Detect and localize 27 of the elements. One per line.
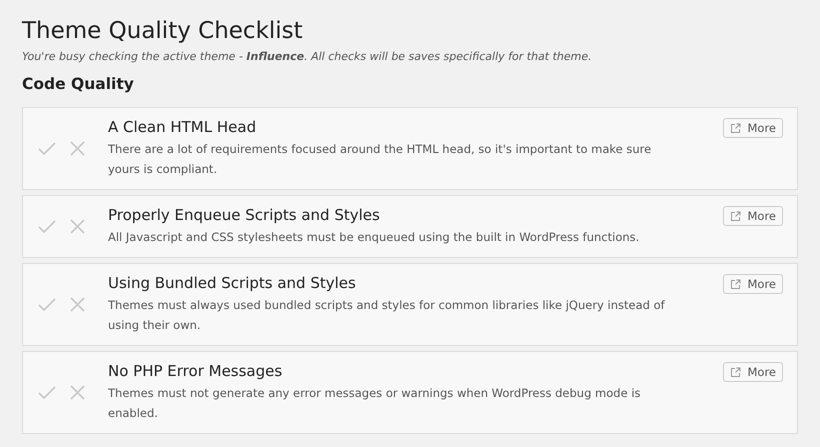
- page-title: Theme Quality Checklist: [22, 18, 304, 44]
- section-heading: Code Quality: [22, 75, 135, 93]
- item-description: All Javascript and CSS stylesheets must be enqueued using the built in WordPress functions.: [108, 229, 640, 246]
- item-description: There are a lot of requirements focused around the HTML head, so it's important to make sure yours is compliant.: [108, 141, 652, 178]
- check-icon[interactable]: [38, 220, 56, 234]
- item-description: Themes must not generate any error messages or warnings when WordPress debug mode is enabled.: [108, 385, 642, 422]
- item-title: No PHP Error Messages: [108, 362, 284, 380]
- more-button[interactable]: More: [723, 274, 783, 294]
- item-title: Using Bundled Scripts and Styles: [108, 274, 357, 292]
- more-button[interactable]: More: [723, 118, 783, 138]
- external-link-icon: [730, 366, 742, 378]
- close-icon[interactable]: [70, 385, 85, 400]
- item-title: A Clean HTML Head: [108, 118, 258, 136]
- item-description: Themes must always used bundled scripts and styles for common libraries like jQuery instead of using their own.: [108, 297, 666, 334]
- external-link-icon: [730, 210, 742, 222]
- check-icon[interactable]: [38, 298, 56, 312]
- external-link-icon: [730, 278, 742, 290]
- check-icon[interactable]: [38, 142, 56, 156]
- check-icon[interactable]: [38, 386, 56, 400]
- close-icon[interactable]: [70, 219, 85, 234]
- close-icon[interactable]: [70, 297, 85, 312]
- item-title: Properly Enqueue Scripts and Styles: [108, 206, 381, 224]
- more-button[interactable]: More: [723, 362, 783, 382]
- more-button[interactable]: More: [723, 206, 783, 226]
- close-icon[interactable]: [70, 141, 85, 156]
- external-link-icon: [730, 122, 742, 134]
- intro-text: You're busy checking the active theme - Influence. All checks will be saves specifically for that theme.: [22, 50, 593, 63]
